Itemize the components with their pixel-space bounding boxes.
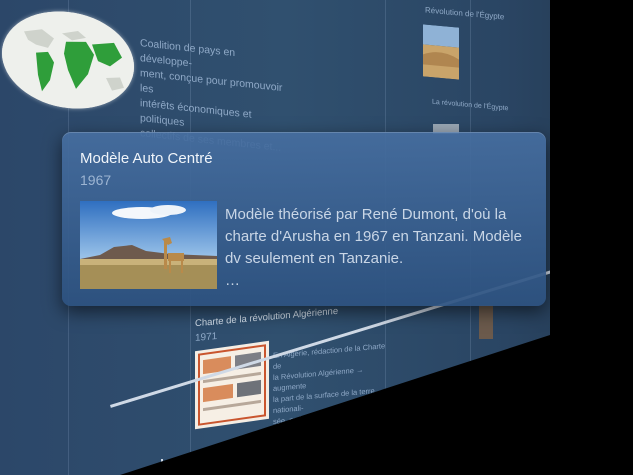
background-edge: [550, 0, 633, 475]
event-description: En Algérie, rédaction de la Charte de la…: [273, 341, 386, 438]
giraffe-photo-icon: [80, 201, 217, 289]
world-map-image[interactable]: [2, 5, 134, 115]
document-photo-icon: [198, 344, 266, 426]
giraffe-savanna-image[interactable]: [80, 201, 217, 289]
desert-photo-icon: [423, 24, 459, 80]
axis-year-label: 1975: [270, 433, 294, 449]
axis-tick: [470, 364, 472, 374]
desert-thumbnail[interactable]: [423, 24, 459, 80]
axis-year-label: 1980: [353, 405, 377, 421]
axis-year-label: 1990: [463, 369, 487, 385]
portrait-thumbnail[interactable]: [479, 305, 493, 339]
event-title[interactable]: Charte de la révolution Algérienne: [195, 304, 338, 332]
axis-tick: [161, 459, 163, 469]
world-map-icon: [2, 5, 134, 115]
axis-tick: [277, 424, 279, 434]
event-title[interactable]: Révolution de l'Égypte: [425, 3, 504, 25]
axis-tick: [360, 398, 362, 408]
card-description: Modèle théorisé par René Dumont, d'où la…: [225, 204, 535, 292]
event-detail-card[interactable]: Modèle Auto Centré 1967 Modèle théorisé …: [62, 132, 546, 306]
axis-tick: [420, 380, 422, 390]
charter-thumbnail[interactable]: [195, 340, 269, 430]
card-ellipsis: …: [225, 272, 240, 289]
card-description-text: Modèle théorisé par René Dumont, d'où la…: [225, 206, 522, 267]
event-title[interactable]: La révolution de l'Égypte: [432, 95, 508, 117]
event-year: 1971: [195, 331, 218, 344]
card-year: 1967: [80, 172, 112, 188]
axis-year-label: 1985: [414, 386, 438, 402]
card-title: Modèle Auto Centré: [80, 150, 213, 167]
